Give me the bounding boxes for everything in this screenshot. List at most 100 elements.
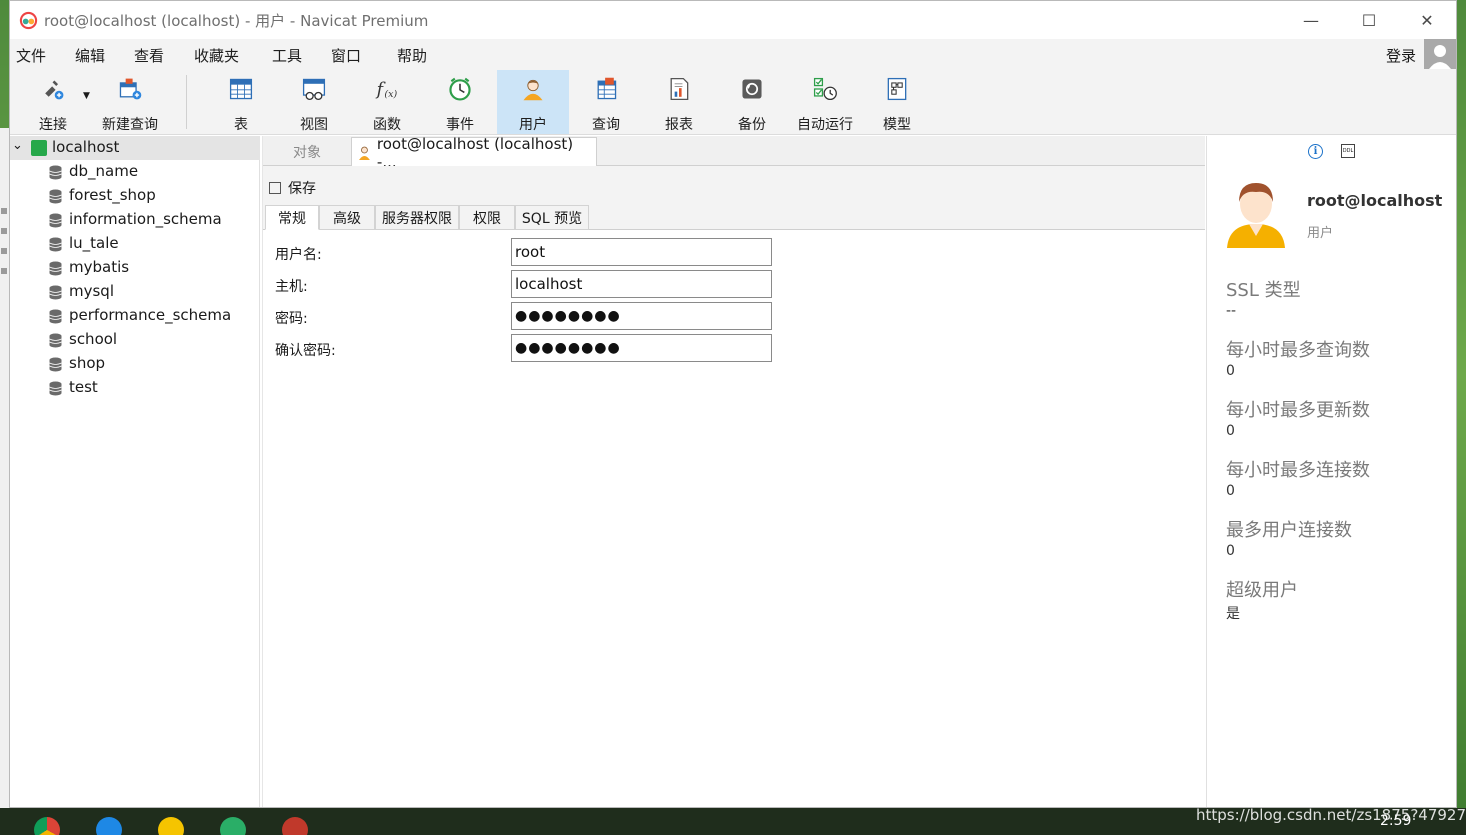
subtab-general[interactable]: 常规 (265, 205, 319, 230)
menu-favorites[interactable]: 收藏夹 (194, 45, 239, 66)
username-input[interactable] (511, 238, 772, 266)
minimize-button[interactable]: — (1282, 3, 1340, 37)
prop-max-connections-label: 每小时最多连接数 (1226, 460, 1370, 481)
confirm-password-input[interactable] (511, 334, 772, 362)
subtab-sql-preview[interactable]: SQL 预览 (515, 205, 589, 230)
background-mark (1, 208, 7, 214)
editor-toolbar: 保存 (263, 166, 1205, 202)
database-icon (49, 237, 62, 252)
wechat-icon[interactable] (220, 817, 246, 835)
maximize-button[interactable]: ☐ (1340, 3, 1398, 37)
tree-database-item[interactable]: mysql (10, 280, 260, 304)
tree-database-item[interactable]: mybatis (10, 256, 260, 280)
watermark-text: https://blog.csdn.net/zs1875?479279 (1196, 806, 1466, 824)
toolbar-view-button[interactable]: 视图 (284, 70, 344, 134)
toolbar-backup-button[interactable]: 备份 (722, 70, 782, 134)
save-icon (269, 182, 281, 194)
database-icon (49, 285, 62, 300)
toolbar-user-button[interactable]: 用户 (497, 70, 569, 134)
menu-file[interactable]: 文件 (16, 45, 46, 66)
function-icon: f (x) (375, 80, 398, 100)
view-icon (302, 78, 326, 101)
connect-dropdown-icon[interactable]: ▼ (83, 91, 90, 101)
ddl-icon[interactable]: DDL (1341, 144, 1355, 158)
toolbar-function-button[interactable]: f (x) 函数 (357, 70, 417, 134)
connection-icon (31, 140, 47, 156)
tree-database-item[interactable]: forest_shop (10, 184, 260, 208)
password-input[interactable] (511, 302, 772, 330)
tab-user-root[interactable]: root@localhost (localhost) -... (351, 135, 597, 171)
new-query-icon (119, 78, 142, 100)
database-label: school (69, 330, 118, 348)
tree-database-item[interactable]: shop (10, 352, 260, 376)
event-clock-icon (449, 77, 471, 101)
database-label: db_name (69, 162, 139, 180)
prop-max-user-connections-value: 0 (1226, 543, 1235, 559)
menu-help[interactable]: 帮助 (397, 45, 427, 66)
editor-tab-bar: 对象 root@localhost (localhost) -... (263, 135, 1205, 171)
tree-database-item[interactable]: lu_tale (10, 232, 260, 256)
tab-objects[interactable]: 对象 (263, 137, 351, 166)
prop-max-updates-label: 每小时最多更新数 (1226, 400, 1370, 421)
menu-edit[interactable]: 编辑 (75, 45, 105, 66)
database-label: shop (69, 354, 106, 372)
app-icon[interactable] (158, 817, 184, 835)
toolbar-event-button[interactable]: 事件 (430, 70, 490, 134)
confirm-password-label: 确认密码: (275, 343, 336, 359)
subtab-advanced[interactable]: 高级 (319, 205, 375, 230)
toolbar-report-button[interactable]: 报表 (649, 70, 709, 134)
toolbar-label: 连接 (39, 117, 67, 133)
toolbar-label: 查询 (592, 117, 620, 133)
tree-database-item[interactable]: information_schema (10, 208, 260, 232)
login-link[interactable]: 登录 (1386, 45, 1416, 66)
save-button[interactable]: 保存 (269, 178, 316, 198)
tree-database-item[interactable]: school (10, 328, 260, 352)
toolbar-table-button[interactable]: 表 (211, 70, 271, 134)
model-icon (887, 77, 907, 101)
toolbar-connect-button[interactable]: 连接 (22, 70, 84, 134)
database-icon (49, 213, 62, 228)
toolbar-label: 函数 (373, 117, 401, 133)
toolbar-automation-button[interactable]: 自动运行 (792, 70, 858, 134)
report-icon (670, 77, 689, 101)
toolbar-query-button[interactable]: 查询 (576, 70, 636, 134)
connection-navigator: ⌄ localhost db_name forest_shop informat… (10, 136, 260, 807)
database-icon (49, 357, 62, 372)
menu-window[interactable]: 窗口 (331, 45, 361, 66)
tree-database-item[interactable]: db_name (10, 160, 260, 184)
database-label: forest_shop (69, 186, 156, 204)
database-icon (49, 333, 62, 348)
prop-max-updates-value: 0 (1226, 423, 1235, 439)
edge-icon[interactable] (96, 817, 122, 835)
database-icon (49, 189, 62, 204)
taskbar-clock: 2:59 (1380, 813, 1412, 829)
database-label: performance_schema (69, 306, 232, 324)
automation-icon (813, 77, 837, 101)
menu-tools[interactable]: 工具 (272, 45, 302, 66)
host-input[interactable] (511, 270, 772, 298)
subtab-privileges[interactable]: 权限 (459, 205, 515, 230)
close-button[interactable]: ✕ (1398, 3, 1456, 37)
navicat-taskbar-icon[interactable] (282, 817, 308, 835)
tree-database-item[interactable]: performance_schema (10, 304, 260, 328)
field-row-username: 用户名: (263, 238, 1205, 266)
account-avatar-icon[interactable] (1424, 39, 1456, 71)
toolbar-label: 报表 (665, 117, 693, 133)
subtab-server-privileges[interactable]: 服务器权限 (375, 205, 459, 230)
info-icon[interactable]: i (1308, 144, 1323, 159)
toolbar-new-query-button[interactable]: 新建查询 (96, 70, 164, 134)
toolbar-separator (186, 75, 187, 129)
username-label: 用户名: (275, 247, 322, 263)
toolbar-label: 备份 (738, 117, 766, 133)
chrome-icon[interactable] (34, 817, 60, 835)
tree-database-item[interactable]: test (10, 376, 260, 400)
background-mark (1, 268, 7, 274)
menu-view[interactable]: 查看 (134, 45, 164, 66)
user-editor: 对象 root@localhost (localhost) -... 保存 常规… (262, 135, 1205, 807)
chevron-down-icon[interactable]: ⌄ (12, 138, 23, 153)
toolbar-label: 表 (234, 117, 248, 133)
plug-connect-icon (45, 80, 64, 100)
field-row-host: 主机: (263, 270, 1205, 298)
toolbar-model-button[interactable]: 模型 (867, 70, 927, 134)
tree-connection-localhost[interactable]: ⌄ localhost (10, 136, 260, 160)
